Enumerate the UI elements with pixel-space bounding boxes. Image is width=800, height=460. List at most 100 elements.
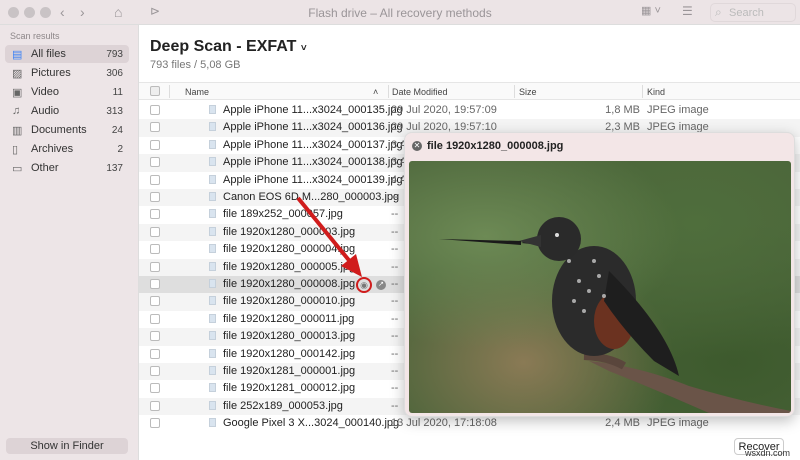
jpeg-file-icon — [209, 174, 216, 184]
documents-icon: ▥ — [12, 124, 23, 137]
row-checkbox[interactable] — [150, 418, 160, 429]
row-checkbox[interactable] — [150, 139, 160, 150]
row-checkbox[interactable] — [150, 296, 160, 307]
file-name: file 1920x1280_000013.jpg — [223, 330, 356, 343]
sidebar-item-documents[interactable]: ▥ Documents 24 — [5, 121, 129, 139]
preview-image — [409, 161, 791, 413]
sidebar-item-archives[interactable]: ▯ Archives 2 — [5, 140, 129, 158]
column-name[interactable]: Name — [185, 87, 209, 97]
sidebar-item-video[interactable]: ▣ Video 11 — [5, 83, 129, 101]
file-name: file 1920x1280_000010.jpg — [223, 295, 356, 308]
row-checkbox[interactable] — [150, 383, 160, 394]
file-name: Apple iPhone 11...x3024_000135.jpg — [223, 104, 403, 116]
sort-ascending-icon[interactable]: ˄ — [373, 87, 378, 97]
archives-icon: ▯ — [12, 143, 19, 156]
sidebar: Scan results ▤ All files 793 ▨ Pictures 306 … — [0, 25, 139, 460]
row-checkbox[interactable] — [150, 331, 160, 342]
jpeg-file-icon — [209, 226, 216, 236]
column-size[interactable]: Size — [519, 87, 537, 97]
table-header: Name ˄ Date Modified Size Kind — [139, 82, 800, 100]
jpeg-file-icon — [209, 418, 216, 428]
jpeg-file-icon — [209, 383, 216, 393]
row-checkbox[interactable] — [150, 279, 160, 289]
sidebar-item-pictures[interactable]: ▨ Pictures 306 — [5, 64, 129, 82]
row-checkbox[interactable] — [150, 157, 160, 168]
sidebar-item-other[interactable]: ▭ Other 137 — [5, 159, 129, 177]
file-name: file 1920x1280_000142.jpg — [223, 347, 356, 360]
file-name: file 1920x1281_000001.jpg — [223, 365, 356, 377]
sidebar-item-all-files[interactable]: ▤ All files 793 — [5, 45, 129, 63]
pictures-icon: ▨ — [12, 67, 23, 80]
column-kind[interactable]: Kind — [647, 87, 665, 97]
date-modified: -- — [391, 278, 399, 290]
date-modified: -- — [391, 365, 399, 377]
page-subtitle: 793 files / 5,08 GB — [150, 59, 241, 71]
date-modified: -- — [391, 347, 399, 360]
jpeg-file-icon — [209, 244, 216, 254]
file-name: file 252x189_000053.jpg — [223, 399, 343, 412]
kingfisher-photo — [439, 217, 791, 413]
row-checkbox[interactable] — [150, 366, 160, 376]
table-row[interactable]: Google Pixel 3 X...3024_000140.jpg 13 Ju… — [139, 415, 800, 432]
file-size: 2,4 MB — [605, 417, 640, 430]
chevron-down-icon: ˅ — [300, 43, 307, 54]
jpeg-file-icon — [209, 331, 216, 341]
file-name: Apple iPhone 11...x3024_000137.jpg — [223, 138, 403, 151]
jpeg-file-icon — [209, 157, 216, 167]
date-modified: -- — [391, 260, 399, 273]
search-input[interactable]: ⌕ Search — [710, 3, 796, 22]
jpeg-file-icon — [209, 122, 216, 132]
file-name: file 1920x1280_000008.jpg — [223, 278, 356, 290]
row-checkbox[interactable] — [150, 244, 160, 255]
date-modified: -- — [391, 330, 399, 343]
file-name: Apple iPhone 11...x3024_000136.jpg — [223, 121, 403, 134]
date-modified: -- — [391, 243, 399, 256]
date-modified: -- — [391, 312, 399, 325]
page-title[interactable]: Deep Scan - EXFAT ˅ — [150, 38, 307, 56]
jpeg-file-icon — [209, 209, 216, 219]
date-modified: -- — [391, 295, 399, 308]
jpeg-file-icon — [209, 366, 216, 375]
preview-title: file 1920x1280_000008.jpg — [427, 140, 564, 152]
jpeg-file-icon — [209, 296, 216, 306]
jpeg-file-icon — [209, 261, 216, 271]
row-checkbox[interactable] — [150, 209, 160, 220]
row-checkbox[interactable] — [150, 122, 160, 133]
file-name: Apple iPhone 11...x3024_000138.jpg — [223, 156, 403, 169]
jpeg-file-icon — [209, 139, 216, 149]
column-date-modified[interactable]: Date Modified — [392, 87, 448, 97]
row-checkbox[interactable] — [150, 105, 160, 115]
title-bar: ‹ › ⌂ ⊳ Flash drive – All recovery metho… — [0, 0, 800, 25]
date-modified: 13 Jul 2020, 17:18:08 — [391, 417, 497, 430]
watermark: wsxdn.com — [745, 448, 791, 458]
video-icon: ▣ — [12, 86, 23, 99]
file-name: file 1920x1280_000011.jpg — [223, 312, 355, 325]
file-name: file 1920x1280_000003.jpg — [223, 225, 356, 238]
preview-popup: ✕ file 1920x1280_000008.jpg — [404, 132, 795, 417]
row-checkbox[interactable] — [150, 313, 160, 324]
select-all-checkbox[interactable] — [150, 86, 160, 96]
share-icon[interactable]: ↗ — [376, 280, 386, 290]
file-name: file 1920x1280_000004.jpg — [223, 243, 356, 256]
filter-icon[interactable]: ☰ — [682, 4, 693, 18]
show-in-finder-button[interactable]: Show in Finder — [6, 438, 128, 454]
table-row[interactable]: Apple iPhone 11...x3024_000135.jpg 29 Ju… — [139, 102, 800, 119]
file-name: Canon EOS 6D M...280_000003.jpg — [223, 191, 400, 203]
preview-eye-icon[interactable]: ◉ — [356, 277, 372, 293]
close-preview-icon[interactable]: ✕ — [412, 141, 422, 151]
view-mode-icon[interactable]: ▦ ˅ — [641, 4, 661, 17]
row-checkbox[interactable] — [150, 261, 160, 272]
row-checkbox[interactable] — [150, 226, 160, 237]
date-modified: 29 Jul 2020, 19:57:09 — [391, 104, 497, 116]
sidebar-item-audio[interactable]: ♫ Audio 313 — [5, 102, 129, 120]
row-checkbox[interactable] — [150, 174, 160, 185]
search-icon: ⌕ — [715, 5, 722, 19]
row-checkbox[interactable] — [150, 348, 160, 359]
row-checkbox[interactable] — [150, 192, 160, 202]
file-size: 1,8 MB — [605, 104, 640, 116]
date-modified: -- — [391, 191, 399, 203]
file-kind: JPEG image — [647, 104, 709, 116]
sidebar-header: Scan results — [10, 31, 60, 41]
file-name: file 1920x1281_000012.jpg — [223, 382, 356, 395]
row-checkbox[interactable] — [150, 400, 160, 411]
